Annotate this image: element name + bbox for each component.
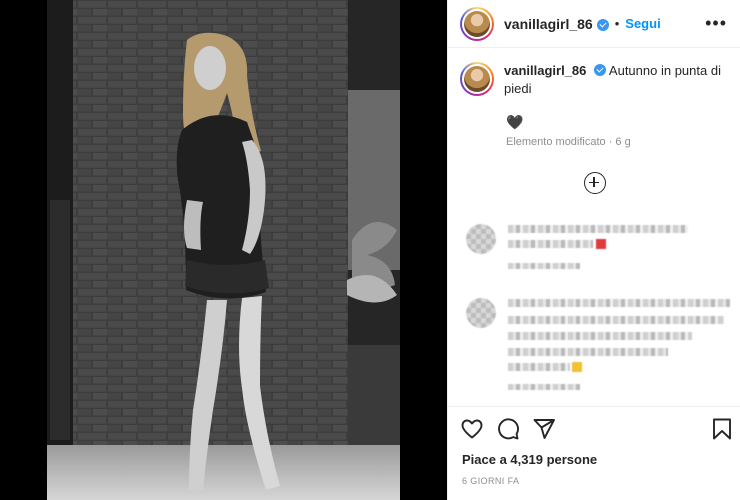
comment-bubble-icon[interactable]: [496, 417, 520, 441]
post-actions: Piace a 4,319 persone 6 GIORNI FA: [448, 406, 740, 500]
post-media[interactable]: [0, 0, 447, 500]
plus-circle-icon[interactable]: [584, 172, 606, 194]
comment-text-blur: [508, 240, 593, 248]
comment-avatar: [466, 298, 496, 328]
heart-icon[interactable]: [460, 417, 484, 441]
post-side-panel: vanillagirl_86 • Segui ••• vanillagirl_8…: [447, 0, 740, 500]
blurred-comment: [466, 222, 726, 277]
caption-avatar[interactable]: [460, 62, 494, 96]
caption-emoji: 🖤: [506, 114, 524, 130]
caption-body: vanillagirl_86 Autunno in punta di piedi: [504, 62, 730, 98]
author-avatar[interactable]: [460, 6, 494, 41]
comment-emoji-blur: [596, 239, 606, 249]
comment-text-blur: [508, 316, 724, 324]
comment-text-blur: [508, 348, 668, 356]
comment-emoji-blur: [572, 362, 582, 372]
likes-count[interactable]: Piace a 4,319 persone: [462, 452, 597, 467]
post-photo[interactable]: [47, 0, 400, 500]
follow-button[interactable]: Segui: [625, 16, 660, 31]
header-separator: •: [614, 16, 620, 31]
paper-plane-icon[interactable]: [532, 417, 556, 441]
blurred-comment: [466, 296, 730, 396]
comment-avatar: [466, 224, 496, 254]
post-header: vanillagirl_86 • Segui •••: [448, 0, 740, 48]
author-username[interactable]: vanillagirl_86: [504, 16, 593, 32]
comment-text-blur: [508, 363, 570, 371]
comment-text-blur: [508, 225, 688, 233]
comment-text-blur: [508, 332, 692, 340]
more-options-icon[interactable]: •••: [705, 14, 727, 32]
bookmark-icon[interactable]: [710, 417, 734, 441]
caption-username[interactable]: vanillagirl_86: [504, 63, 586, 78]
caption-meta: Elemento modificato · 6 g: [506, 136, 631, 148]
post-age[interactable]: 6 GIORNI FA: [462, 476, 519, 486]
photo-image: [47, 0, 400, 500]
post-caption: vanillagirl_86 Autunno in punta di piedi: [460, 62, 730, 98]
comment-meta-blur: [508, 263, 580, 269]
comment-text-blur: [508, 299, 730, 307]
comment-meta-blur: [508, 384, 580, 390]
verified-badge-icon: [594, 64, 607, 76]
verified-badge-icon: [596, 18, 609, 31]
